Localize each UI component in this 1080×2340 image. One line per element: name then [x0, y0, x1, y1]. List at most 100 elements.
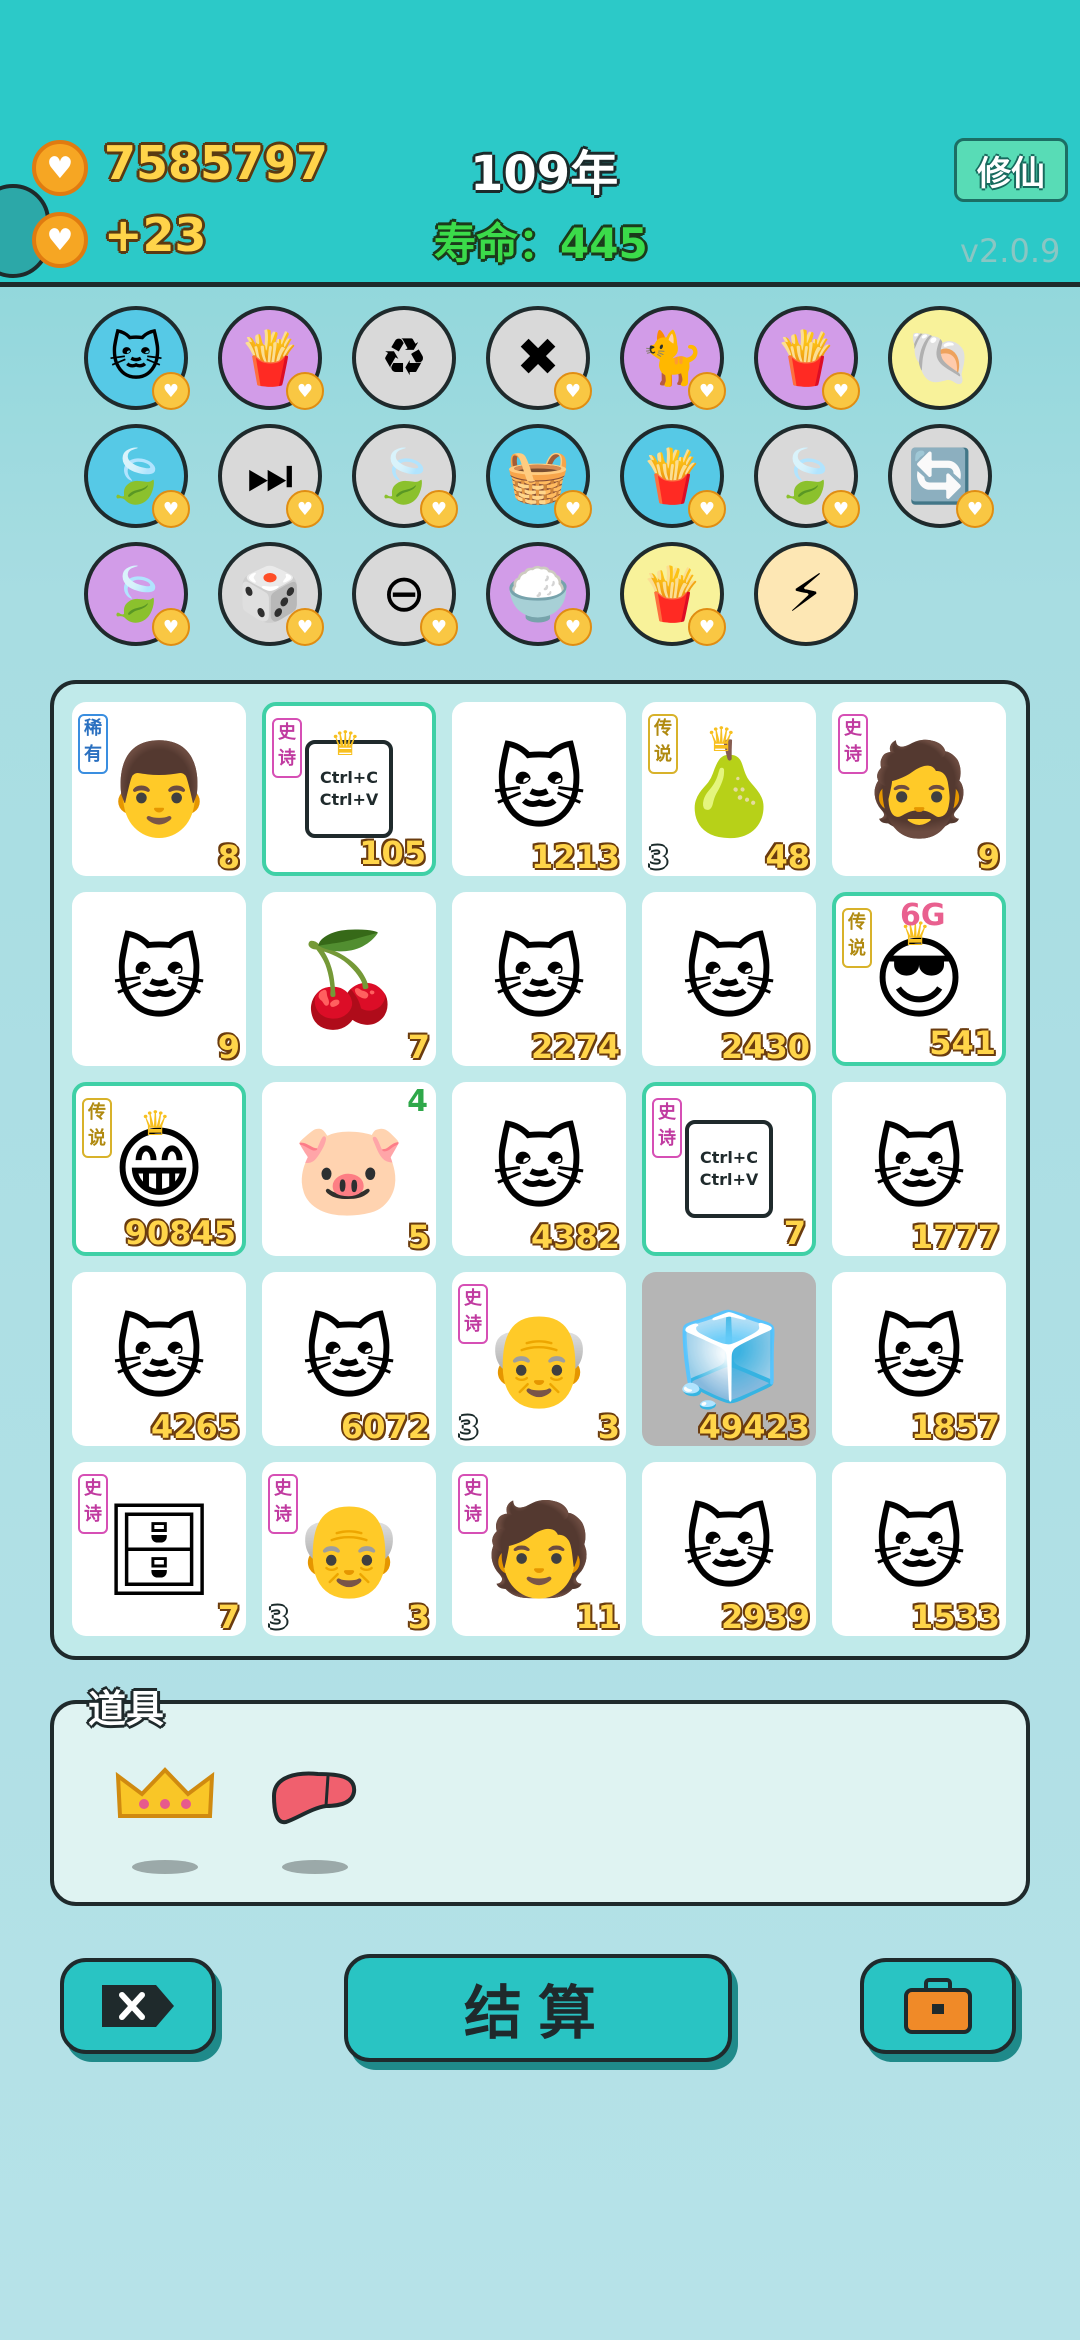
grid-cell[interactable]: 🗄 史诗 7: [72, 1462, 246, 1636]
grid-cell[interactable]: 🐱 1857: [832, 1272, 1006, 1446]
heart-badge-icon: ♥: [822, 490, 860, 528]
cell-count: 1533: [910, 1598, 1000, 1636]
green-hat-man-icon: 🧑: [482, 1496, 596, 1602]
grid-cell[interactable]: 🐱 1777: [832, 1082, 1006, 1256]
grid-cell[interactable]: 😎 ♛ 传说 6G 541: [832, 892, 1006, 1066]
relic-fries-icon[interactable]: 🍟 ♥: [620, 424, 726, 528]
relic-fries-icon[interactable]: 🍟 ♥: [620, 542, 726, 646]
relic-leaf-icon[interactable]: 🍃 ♥: [84, 424, 190, 528]
relic-leaf-icon[interactable]: 🍃 ♥: [352, 424, 458, 528]
cell-count: 1777: [910, 1218, 1000, 1256]
heart-badge-icon: ♥: [286, 372, 324, 410]
relic-shell-icon[interactable]: 🐚: [888, 306, 992, 410]
relic-leaf-icon[interactable]: 🍃 ♥: [84, 542, 190, 646]
cell-count: 3: [597, 1408, 620, 1446]
heart-badge-icon: ♥: [152, 608, 190, 646]
grid-cell[interactable]: 🍐 ♛ 传说 3 48: [642, 702, 816, 876]
lightning-icon: ⚡: [787, 564, 825, 624]
rarity-tag: 史诗: [458, 1474, 488, 1534]
recycle-icon: ♻: [380, 328, 428, 388]
grid-cell[interactable]: 🧔 史诗 9: [832, 702, 1006, 876]
relic-recycle-icon[interactable]: ♻: [352, 306, 456, 410]
grid-cell[interactable]: Ctrl+C Ctrl+V 史诗 7: [642, 1082, 816, 1256]
discard-button[interactable]: [60, 1958, 216, 2054]
cat-icon: 🐱: [112, 1306, 206, 1412]
coin-gain: +23: [104, 208, 207, 262]
relic-lightning-icon[interactable]: ⚡: [754, 542, 858, 646]
cat-icon: 🐱: [492, 736, 586, 842]
relic-skip-icon[interactable]: ⏭ ♥: [218, 424, 324, 528]
fridge-icon: 🧊: [672, 1306, 786, 1412]
grid-cell[interactable]: 🧑 史诗 11: [452, 1462, 626, 1636]
grid-cell[interactable]: Ctrl+C Ctrl+V ♛ 史诗 105: [262, 702, 436, 876]
crown-icon[interactable]: [114, 1764, 216, 1824]
relic-leaf-icon[interactable]: 🍃 ♥: [754, 424, 860, 528]
relic-refresh-icon[interactable]: 🔄 ♥: [888, 424, 994, 528]
rarity-tag: 史诗: [78, 1474, 108, 1534]
cell-count: 541: [929, 1024, 996, 1062]
coin-icon: ♥: [32, 140, 88, 196]
cell-count: 7: [783, 1214, 806, 1252]
grid-cell[interactable]: 🐱 4382: [452, 1082, 626, 1256]
grid-cell[interactable]: 👨 稀有 8: [72, 702, 246, 876]
grid-cell[interactable]: 🐱 1213: [452, 702, 626, 876]
old-man-glasses-icon: 👴: [292, 1496, 406, 1602]
cell-count: 5: [407, 1218, 430, 1256]
heart-badge-icon: ♥: [152, 372, 190, 410]
cat-icon: 🐱: [492, 926, 586, 1032]
bag-button[interactable]: [860, 1958, 1016, 2054]
cell-level: 3: [268, 1601, 289, 1636]
grid-cell[interactable]: 🐷 4 5: [262, 1082, 436, 1256]
relic-fries-icon[interactable]: 🍟 ♥: [754, 306, 860, 410]
rarity-tag: 传说: [82, 1098, 112, 1158]
relic-two-cats-icon[interactable]: 🐈 ♥: [620, 306, 726, 410]
relic-minus-icon[interactable]: ⊖ ♥: [352, 542, 458, 646]
copy-paste-icon: Ctrl+C Ctrl+V: [685, 1120, 773, 1218]
relic-basket-icon[interactable]: 🧺 ♥: [486, 424, 592, 528]
bearded-man-icon: 🧔: [862, 736, 976, 842]
grid-cell[interactable]: 🐱 9: [72, 892, 246, 1066]
cell-count: 90845: [124, 1214, 236, 1252]
cell-count: 11: [575, 1598, 620, 1636]
crown-icon: ♛: [706, 720, 737, 760]
grid-cell[interactable]: 👴 史诗 3 3: [452, 1272, 626, 1446]
cell-count: 1213: [530, 838, 620, 876]
relic-delete-icon[interactable]: ✖ ♥: [486, 306, 592, 410]
cell-level: 3: [648, 841, 669, 876]
grid-cell[interactable]: 🐱 2939: [642, 1462, 816, 1636]
grid-cell[interactable]: 🐱 4265: [72, 1272, 246, 1446]
crown-icon: ♛: [330, 724, 361, 764]
grid-cell[interactable]: 🐱 1533: [832, 1462, 1006, 1636]
cell-count: 2939: [720, 1598, 810, 1636]
delete-icon: [102, 1985, 174, 2027]
cell-count: 8: [217, 838, 240, 876]
relic-dice-icon[interactable]: 🎲 ♥: [218, 542, 324, 646]
heart-badge-icon: ♥: [688, 490, 726, 528]
relic-rice-bowl-icon[interactable]: 🍚 ♥: [486, 542, 592, 646]
year-counter: 109年: [470, 146, 619, 202]
relic-cat-icon[interactable]: 🐱 ♥: [84, 306, 190, 410]
grid-cell[interactable]: 🐱 2430: [642, 892, 816, 1066]
settle-button[interactable]: 结算: [344, 1954, 732, 2062]
cat-icon: 🐱: [872, 1116, 966, 1222]
heart-badge-icon: ♥: [554, 608, 592, 646]
server-icon: 🗄: [101, 1496, 217, 1602]
crown-icon: ♛: [140, 1104, 171, 1144]
cell-count: 9: [217, 1028, 240, 1066]
coin-gain-icon: ♥: [32, 212, 88, 268]
cultivate-button[interactable]: 修仙: [954, 138, 1068, 202]
cell-count: 3: [407, 1598, 430, 1636]
version-label: v2.0.9: [960, 232, 1061, 270]
grid-cell[interactable]: 👴 史诗 3 3: [262, 1462, 436, 1636]
liver-icon[interactable]: [268, 1766, 360, 1828]
relic-fries-icon[interactable]: 🍟 ♥: [218, 306, 324, 410]
item-shadow: [132, 1860, 198, 1874]
grid-cell[interactable]: 🐱 6072: [262, 1272, 436, 1446]
grid-cell[interactable]: 😁 ♛ 传说 90845: [72, 1082, 246, 1256]
cell-count: 7: [217, 1598, 240, 1636]
grid-cell[interactable]: 🐱 2274: [452, 892, 626, 1066]
grid-cell[interactable]: 🍒 7: [262, 892, 436, 1066]
cherry-icon: 🍒: [292, 926, 406, 1032]
heart-badge-icon: ♥: [286, 490, 324, 528]
grid-cell[interactable]: 🧊 49423: [642, 1272, 816, 1446]
